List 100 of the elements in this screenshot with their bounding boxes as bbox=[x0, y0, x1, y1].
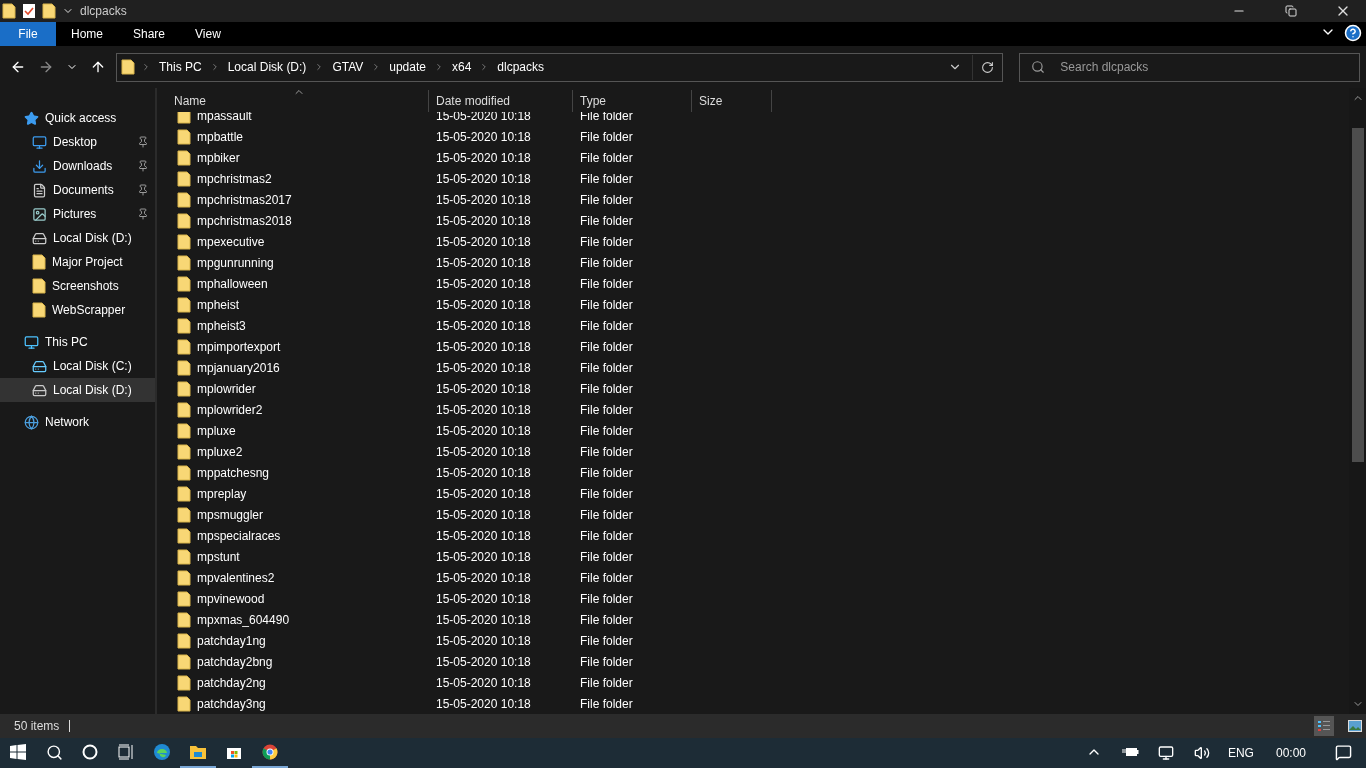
folder-icon bbox=[177, 485, 191, 502]
help-icon bbox=[1344, 24, 1362, 42]
date-cell-text: 15-05-2020 10:18 bbox=[435, 528, 532, 543]
ribbon-tab[interactable]: View bbox=[180, 22, 236, 46]
file-row[interactable]: mpexecutive 15-05-2020 10:18 File folder bbox=[157, 231, 1349, 252]
file-row[interactable]: mpheist3 15-05-2020 10:18 File folder bbox=[157, 315, 1349, 336]
sidebar-item[interactable]: Pictures bbox=[0, 202, 155, 226]
type-cell-text: File folder bbox=[579, 549, 634, 564]
file-menu-button[interactable]: File bbox=[0, 22, 56, 46]
folder-icon bbox=[2, 3, 16, 19]
search-field[interactable]: Search dlcpacks bbox=[1019, 52, 1360, 82]
file-row[interactable]: patchday1ng 15-05-2020 10:18 File folder bbox=[157, 630, 1349, 651]
volume-icon[interactable] bbox=[1193, 745, 1210, 761]
file-row[interactable]: patchday2bng 15-05-2020 10:18 File folder bbox=[157, 651, 1349, 672]
breadcrumb[interactable]: GTAV bbox=[330, 60, 366, 74]
column-header[interactable]: Date modified bbox=[429, 90, 573, 112]
file-row[interactable]: mpvalentines2 15-05-2020 10:18 File folder bbox=[157, 567, 1349, 588]
folder-icon bbox=[177, 128, 191, 145]
folder-icon bbox=[177, 401, 191, 418]
date-cell-text: 15-05-2020 10:18 bbox=[435, 150, 532, 165]
folder-icon bbox=[177, 212, 191, 229]
file-row[interactable]: mpchristmas2018 15-05-2020 10:18 File folder bbox=[157, 210, 1349, 231]
date-cell-text: 15-05-2020 10:18 bbox=[435, 696, 532, 711]
ribbon-tab[interactable]: Share bbox=[118, 22, 181, 46]
folder-icon bbox=[177, 422, 191, 439]
file-name: patchday3ng bbox=[197, 696, 266, 711]
file-name: mphalloween bbox=[197, 276, 268, 291]
folder-icon bbox=[177, 632, 191, 649]
file-row[interactable]: mpspecialraces 15-05-2020 10:18 File folder bbox=[157, 525, 1349, 546]
date-cell-text: 15-05-2020 10:18 bbox=[435, 255, 532, 270]
file-row[interactable]: mpgunrunning 15-05-2020 10:18 File folder bbox=[157, 252, 1349, 273]
column-header[interactable]: Size bbox=[692, 90, 772, 112]
file-row[interactable]: mpstunt 15-05-2020 10:18 File folder bbox=[157, 546, 1349, 567]
file-row[interactable]: mplowrider2 15-05-2020 10:18 File folder bbox=[157, 399, 1349, 420]
column-header[interactable]: Type bbox=[573, 90, 692, 112]
file-row[interactable]: mplowrider 15-05-2020 10:18 File folder bbox=[157, 378, 1349, 399]
type-cell-text: File folder bbox=[579, 171, 634, 186]
file-row[interactable]: mpreplay 15-05-2020 10:18 File folder bbox=[157, 483, 1349, 504]
date-cell-text: 15-05-2020 10:18 bbox=[435, 360, 532, 375]
download-icon bbox=[32, 158, 47, 174]
sidebar-item[interactable]: Downloads bbox=[0, 154, 155, 178]
file-row[interactable]: mphalloween 15-05-2020 10:18 File folder bbox=[157, 273, 1349, 294]
folder-icon bbox=[177, 380, 191, 397]
address-bar[interactable]: This PC Local Disk (D:) GTAV update x64 dlcpacks bbox=[116, 52, 1004, 82]
file-row[interactable]: mpluxe 15-05-2020 10:18 File folder bbox=[157, 420, 1349, 441]
date-cell-text: 15-05-2020 10:18 bbox=[435, 549, 532, 564]
network-icon[interactable] bbox=[1157, 745, 1174, 761]
breadcrumb[interactable]: Local Disk (D:) bbox=[225, 60, 309, 74]
file-row[interactable]: mpchristmas2 15-05-2020 10:18 File folder bbox=[157, 168, 1349, 189]
type-cell-text: File folder bbox=[579, 297, 634, 312]
file-row[interactable]: mpvinewood 15-05-2020 10:18 File folder bbox=[157, 588, 1349, 609]
file-row[interactable]: mpluxe2 15-05-2020 10:18 File folder bbox=[157, 441, 1349, 462]
file-name: mpimportexport bbox=[197, 339, 281, 354]
breadcrumb[interactable]: update bbox=[387, 60, 428, 74]
sidebar-item[interactable]: WebScrapper bbox=[0, 298, 155, 322]
network-icon bbox=[24, 414, 39, 430]
landscape-icon bbox=[1348, 720, 1362, 732]
date-cell-text: 15-05-2020 10:18 bbox=[435, 486, 532, 501]
sidebar-item[interactable]: This PC bbox=[0, 330, 155, 354]
file-name: mpxmas_604490 bbox=[197, 612, 290, 627]
language-indicator[interactable]: ENG bbox=[1219, 746, 1262, 760]
breadcrumb[interactable]: This PC bbox=[157, 60, 204, 74]
file-name: mpheist3 bbox=[197, 318, 246, 333]
file-row[interactable]: mpheist 15-05-2020 10:18 File folder bbox=[157, 294, 1349, 315]
folder-icon bbox=[177, 527, 191, 544]
clock[interactable]: 00:00 bbox=[1261, 746, 1320, 760]
search-icon bbox=[45, 743, 63, 761]
file-row[interactable]: mppatchesng 15-05-2020 10:18 File folder bbox=[157, 462, 1349, 483]
file-row[interactable]: mpchristmas2017 15-05-2020 10:18 File folder bbox=[157, 189, 1349, 210]
file-row[interactable]: mpsmuggler 15-05-2020 10:18 File folder bbox=[157, 504, 1349, 525]
sidebar-item[interactable]: Network bbox=[0, 410, 155, 434]
file-row[interactable]: mpbiker 15-05-2020 10:18 File folder bbox=[157, 147, 1349, 168]
sidebar-item[interactable]: Local Disk (C:) bbox=[0, 354, 155, 378]
breadcrumb[interactable]: x64 bbox=[449, 60, 474, 74]
file-row[interactable]: mpbattle 15-05-2020 10:18 File folder bbox=[157, 126, 1349, 147]
folder-icon bbox=[177, 275, 191, 292]
sidebar-item[interactable]: Documents bbox=[0, 178, 155, 202]
file-name: patchday2ng bbox=[197, 675, 266, 690]
sidebar-item[interactable]: Local Disk (D:) bbox=[0, 226, 155, 250]
type-cell-text: File folder bbox=[579, 276, 634, 291]
sidebar-item[interactable]: Desktop bbox=[0, 130, 155, 154]
details-view-button[interactable] bbox=[1314, 716, 1334, 736]
sidebar-item[interactable]: Quick access bbox=[0, 106, 155, 130]
breadcrumb[interactable]: dlcpacks bbox=[495, 60, 546, 74]
file-row[interactable]: mpjanuary2016 15-05-2020 10:18 File folder bbox=[157, 357, 1349, 378]
date-cell-text: 15-05-2020 10:18 bbox=[435, 633, 532, 648]
sidebar-item[interactable]: Local Disk (D:) bbox=[0, 378, 155, 402]
scroll-thumb[interactable] bbox=[1351, 128, 1364, 462]
sidebar-item[interactable]: Major Project bbox=[0, 250, 155, 274]
file-row[interactable]: mpimportexport 15-05-2020 10:18 File folder bbox=[157, 336, 1349, 357]
file-row[interactable]: patchday2ng 15-05-2020 10:18 File folder bbox=[157, 672, 1349, 693]
type-cell-text: File folder bbox=[579, 213, 634, 228]
checklist-icon[interactable] bbox=[22, 3, 36, 19]
battery-icon bbox=[1120, 746, 1139, 758]
folder-icon bbox=[177, 359, 191, 376]
file-row[interactable]: mpxmas_604490 15-05-2020 10:18 File folder bbox=[157, 609, 1349, 630]
file-row[interactable]: patchday3ng 15-05-2020 10:18 File folder bbox=[157, 693, 1349, 714]
ribbon-tab[interactable]: Home bbox=[56, 22, 118, 46]
sidebar-item[interactable]: Screenshots bbox=[0, 274, 155, 298]
type-cell-text: File folder bbox=[579, 675, 634, 690]
